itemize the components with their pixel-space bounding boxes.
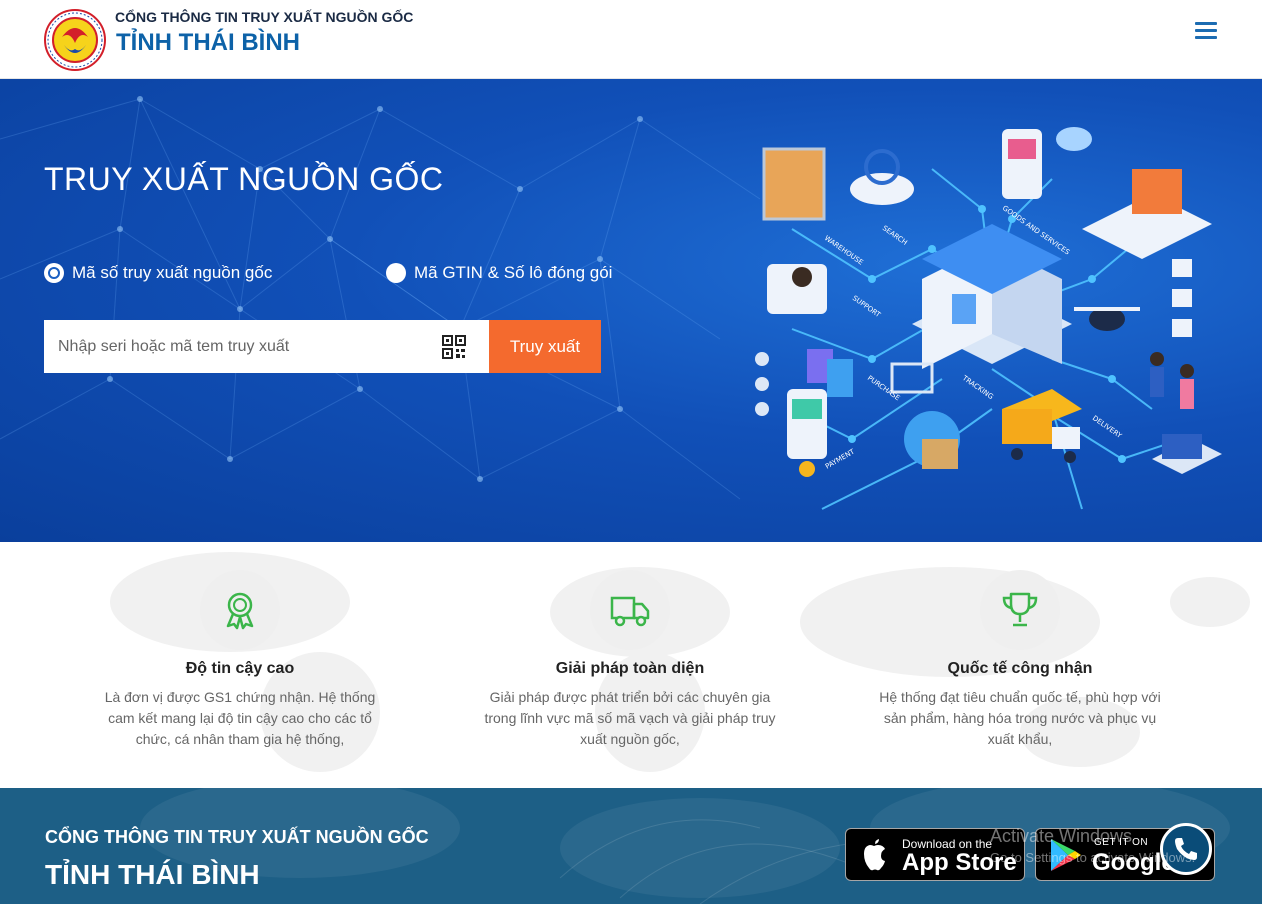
feature-international: Quốc tế công nhận Hệ thống đạt tiêu chuẩ… — [860, 542, 1180, 750]
activate-windows-title: Activate Windows — [990, 826, 1133, 846]
feature-icon-circle — [590, 570, 670, 650]
feature-title: Độ tin cậy cao — [185, 660, 295, 677]
illus-label-support: SUPPORT — [851, 294, 883, 319]
radio-label: Mã GTIN & Số lô đóng gói — [414, 263, 613, 282]
hero-title: TRUY XUẤT NGUỒN GỐC — [44, 161, 444, 197]
hero-section: TRUY XUẤT NGUỒN GỐC Mã số truy xuất nguồ… — [0, 79, 1262, 542]
radio-label: Mã số truy xuất nguồn gốc — [72, 263, 273, 282]
feature-description: Hệ thống đạt tiêu chuẩn quốc tế, phù hợp… — [879, 689, 1161, 747]
hamburger-menu-icon[interactable] — [1188, 18, 1224, 50]
footer-brand-title: TỈNH THÁI BÌNH — [45, 859, 260, 890]
illus-label-tracking: TRACKING — [960, 374, 995, 402]
qr-code-icon[interactable] — [442, 335, 466, 359]
illus-label-search: SEARCH — [881, 224, 909, 247]
truck-icon — [610, 596, 650, 627]
radio-checked-icon[interactable] — [44, 263, 64, 283]
brand-subtitle: CỔNG THÔNG TIN TRUY XUẤT NGUỒN GỐC — [115, 9, 414, 25]
radio-gtin-lot[interactable]: Mã GTIN & Số lô đóng gói — [386, 263, 612, 283]
feature-comprehensive: Giải pháp toàn diện Giải pháp được phát … — [470, 542, 790, 750]
feature-icon-circle — [200, 570, 280, 650]
trophy-icon — [1002, 592, 1038, 627]
hotline-phone-button[interactable] — [1160, 823, 1212, 875]
logo-emblem[interactable] — [44, 9, 106, 71]
feature-description: Giải pháp được phát triển bởi các chuyên… — [484, 689, 776, 747]
feature-icon-circle — [980, 570, 1060, 650]
illus-label-delivery: DELIVERY — [1091, 414, 1124, 440]
search-box — [44, 320, 489, 373]
footer-brand-subtitle: CỔNG THÔNG TIN TRUY XUẤT NGUỒN GỐC — [45, 827, 429, 847]
radio-unchecked-icon[interactable] — [386, 263, 406, 283]
feature-title: Giải pháp toàn diện — [555, 660, 705, 677]
search-input[interactable] — [44, 320, 429, 373]
supply-chain-illustration: WAREHOUSE SEARCH GOODS AND SERVICES SUPP… — [755, 127, 1222, 510]
award-icon — [226, 592, 254, 630]
site-footer: CỔNG THÔNG TIN TRUY XUẤT NGUỒN GỐC TỈNH … — [0, 788, 1262, 904]
radio-trace-code[interactable]: Mã số truy xuất nguồn gốc — [44, 263, 272, 283]
apple-icon — [864, 839, 885, 871]
illus-label-purchase: PURCHASE — [866, 374, 901, 402]
feature-reliability: Độ tin cậy cao Là đơn vị được GS1 chứng … — [80, 542, 400, 750]
brand-title[interactable]: TỈNH THÁI BÌNH — [116, 29, 300, 57]
trace-button[interactable]: Truy xuất — [489, 320, 601, 373]
site-header: CỔNG THÔNG TIN TRUY XUẤT NGUỒN GỐC TỈNH … — [0, 0, 1262, 79]
feature-description: Là đơn vị được GS1 chứng nhận. Hệ thống … — [104, 689, 376, 747]
activate-windows-subtitle: Go to Settings to activate Windows. — [990, 850, 1196, 865]
features-section: Độ tin cậy cao Là đơn vị được GS1 chứng … — [0, 542, 1262, 788]
feature-title: Quốc tế công nhận — [947, 660, 1093, 677]
illus-label-payment: PAYMENT — [824, 447, 857, 470]
